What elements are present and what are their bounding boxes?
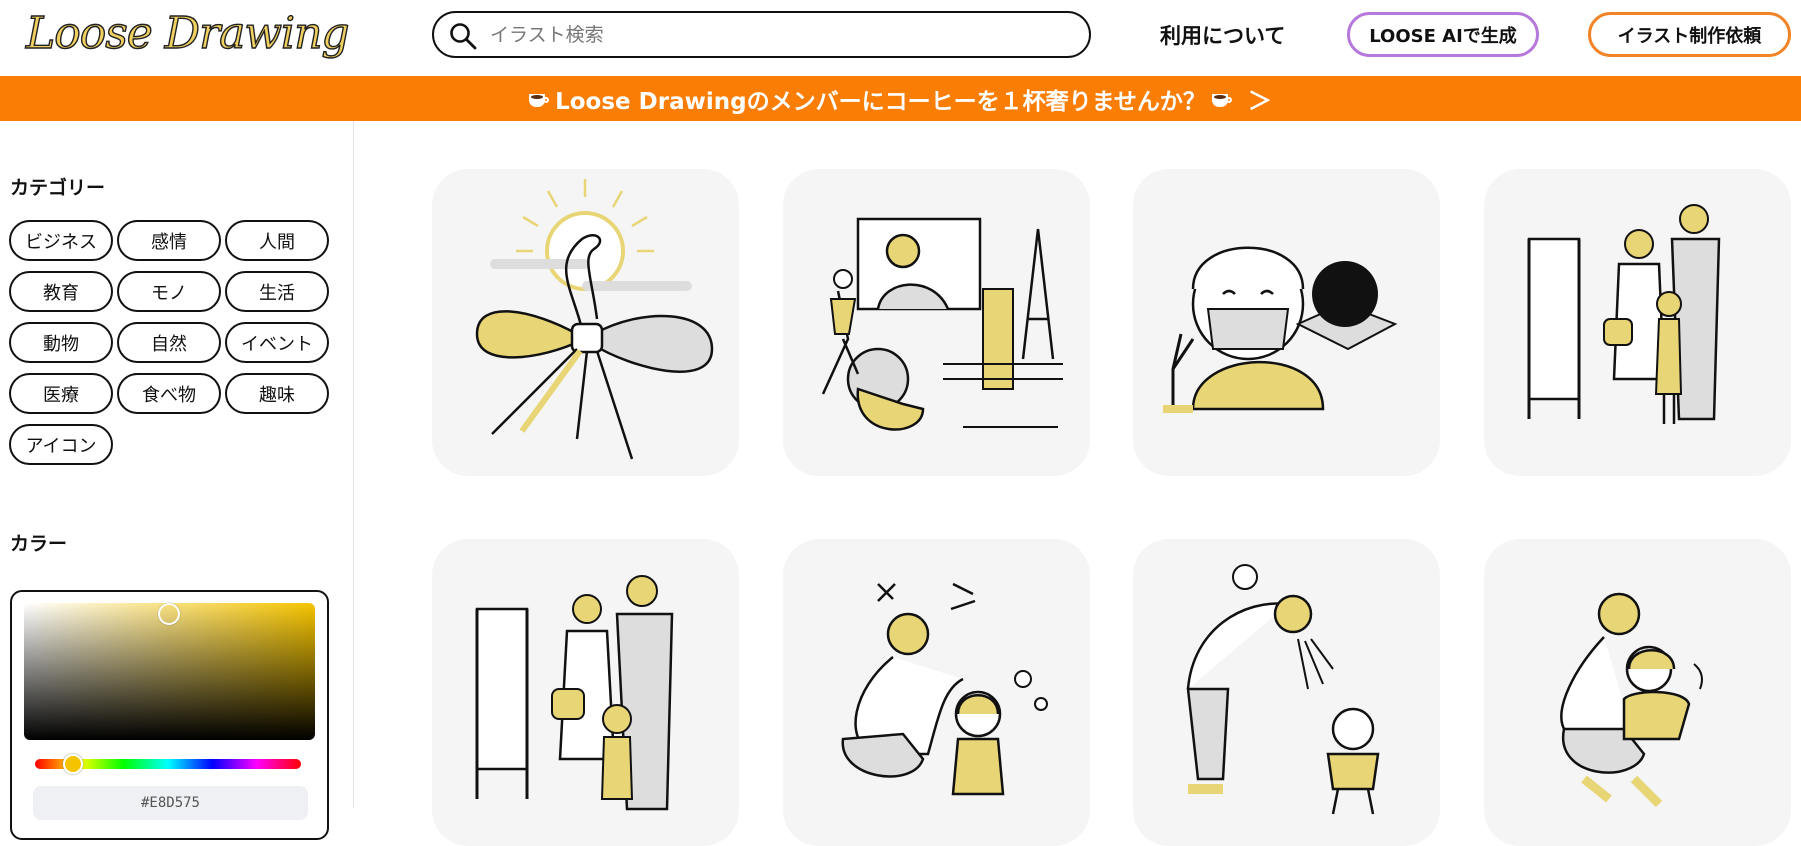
coffee-cup-icon <box>529 91 550 107</box>
illustration-card[interactable] <box>1133 539 1440 846</box>
category-title: カテゴリー <box>10 177 106 199</box>
illustration-card[interactable] <box>1133 169 1440 476</box>
category-chip-animals[interactable]: 動物 <box>9 322 113 363</box>
color-hex-field[interactable]: #E8D575 <box>33 786 308 820</box>
family-ceremony-illustration-icon <box>475 575 674 811</box>
search-input[interactable] <box>490 20 1070 50</box>
site-header: Loose Drawing 利用について LOOSE AIで生成 イラスト制作依… <box>0 0 1801 76</box>
category-chip-business[interactable]: ビジネス <box>9 220 113 261</box>
coffee-cup-icon <box>1211 91 1232 107</box>
category-chip-life[interactable]: 生活 <box>225 271 329 312</box>
masked-person-peace-illustration-icon <box>1163 246 1398 413</box>
color-picker: #E8D575 <box>10 590 329 840</box>
loose-ai-button[interactable]: LOOSE AIで生成 <box>1347 12 1539 57</box>
category-chip-things[interactable]: モノ <box>117 271 221 312</box>
illustration-card[interactable] <box>432 169 739 476</box>
illustration-card[interactable] <box>783 539 1090 846</box>
category-chip-education[interactable]: 教育 <box>9 271 113 312</box>
category-chip-events[interactable]: イベント <box>225 322 329 363</box>
category-chip-food[interactable]: 食べ物 <box>117 373 221 414</box>
site-logo[interactable]: Loose Drawing <box>25 7 350 59</box>
parent-child-walking-illustration-icon <box>841 582 1048 796</box>
chevron-right-icon: ＞ <box>1247 87 1272 115</box>
illustration-card[interactable] <box>1484 539 1791 846</box>
color-title: カラー <box>10 533 68 555</box>
search-icon[interactable] <box>448 21 478 51</box>
illustration-card[interactable] <box>1484 169 1791 476</box>
category-chip-icons[interactable]: アイコン <box>9 424 113 465</box>
illustration-card[interactable] <box>432 539 739 846</box>
category-chip-emotion[interactable]: 感情 <box>117 220 221 261</box>
coffee-banner[interactable]: Loose Drawingのメンバーにコーヒーを１杯奢りませんか？ ＞ <box>0 76 1801 121</box>
sidebar: カテゴリー ビジネス 感情 人間 教育 モノ 生活 動物 自然 イベント 医療 … <box>0 121 354 840</box>
banner-text: Loose Drawingのメンバーにコーヒーを１杯奢りませんか？ <box>555 88 1206 115</box>
category-chip-nature[interactable]: 自然 <box>117 322 221 363</box>
about-link[interactable]: 利用について <box>1160 20 1285 50</box>
category-chip-people[interactable]: 人間 <box>225 220 329 261</box>
category-chip-hobby[interactable]: 趣味 <box>225 373 329 414</box>
illustration-request-button[interactable]: イラスト制作依頼 <box>1588 12 1791 57</box>
search-bar[interactable] <box>432 11 1091 58</box>
saturation-value-handle[interactable] <box>158 603 180 625</box>
parent-hugging-child-illustration-icon <box>1560 592 1703 808</box>
illustration-card[interactable] <box>783 169 1090 476</box>
family-school-gate-illustration-icon <box>1527 204 1721 424</box>
parent-scolding-child-illustration-icon <box>1186 564 1380 815</box>
hue-slider-handle[interactable] <box>63 754 83 774</box>
mizuhiki-snake-illustration-icon <box>475 179 714 460</box>
city-robot-video-illustration-icon <box>821 217 1063 431</box>
category-chip-medical[interactable]: 医療 <box>9 373 113 414</box>
